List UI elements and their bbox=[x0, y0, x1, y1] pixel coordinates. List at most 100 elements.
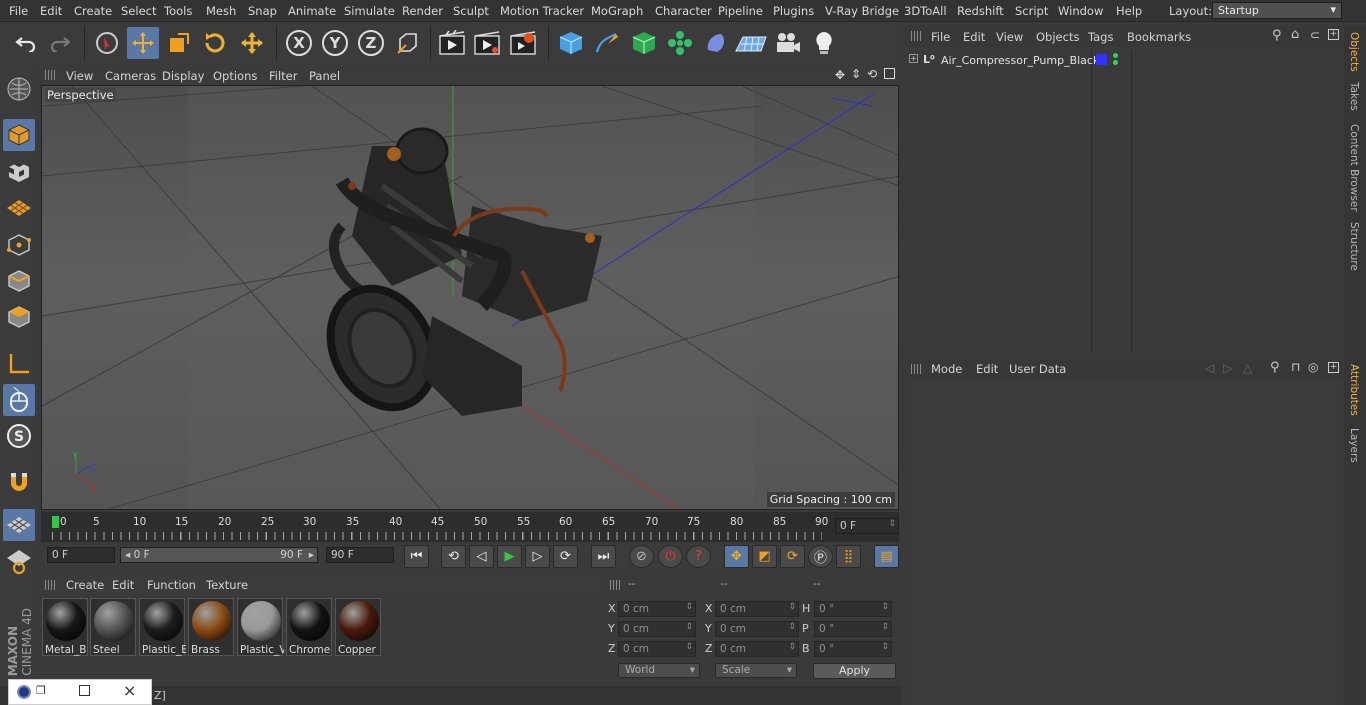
tab-attributes[interactable]: Attributes bbox=[1348, 364, 1360, 416]
material-swatch[interactable]: Metal_B bbox=[42, 598, 88, 656]
points-mode-button[interactable] bbox=[3, 229, 35, 261]
tab-layers[interactable]: Layers bbox=[1348, 428, 1360, 463]
position-x-field[interactable]: 0 cm ⇕ bbox=[618, 601, 696, 617]
cinema4d-app-icon[interactable] bbox=[17, 685, 31, 699]
restore-icon[interactable]: ❐ bbox=[36, 684, 46, 697]
material-menu-edit[interactable]: Edit bbox=[112, 578, 134, 592]
menu-edit[interactable]: Edit bbox=[40, 4, 62, 18]
menu-vray-bridge[interactable]: V-Ray Bridge bbox=[825, 4, 899, 18]
viewport-menu-filter[interactable]: Filter bbox=[269, 69, 297, 83]
pan-view-icon[interactable]: ✥ bbox=[835, 68, 845, 82]
coordinate-space-dropdown[interactable]: World ▾ bbox=[618, 663, 700, 678]
render-to-picture-viewer-button[interactable] bbox=[471, 27, 503, 59]
material-swatch[interactable]: Plastic_V bbox=[237, 598, 284, 656]
next-frame-button[interactable]: ▷ bbox=[525, 545, 550, 568]
position-y-field[interactable]: 0 cm ⇕ bbox=[618, 621, 696, 637]
render-visibility-dot[interactable] bbox=[1113, 60, 1118, 65]
tab-objects[interactable]: Objects bbox=[1348, 32, 1360, 72]
expand-icon[interactable]: + bbox=[909, 54, 918, 63]
go-to-end-button[interactable]: ⏭ bbox=[591, 545, 616, 568]
cube-object-button[interactable] bbox=[555, 27, 587, 59]
camera-button[interactable] bbox=[772, 27, 804, 59]
menu-3dtoall[interactable]: 3DToAll bbox=[904, 4, 947, 18]
render-view-button[interactable] bbox=[436, 27, 468, 59]
material-swatch[interactable]: Plastic_E bbox=[139, 598, 186, 656]
rotation-h-field[interactable]: 0 ° ⇕ bbox=[814, 601, 892, 617]
move-tool-button[interactable] bbox=[127, 27, 159, 59]
menu-help[interactable]: Help bbox=[1116, 4, 1142, 18]
key-rotation-button[interactable]: ⟳ bbox=[780, 545, 805, 568]
close-icon[interactable]: × bbox=[123, 681, 136, 700]
workplane-lock-button[interactable] bbox=[3, 509, 35, 541]
play-button[interactable]: ▶ bbox=[497, 545, 522, 568]
back-arrow-icon[interactable]: ◁ bbox=[1205, 361, 1214, 375]
keyframe-selection-button[interactable]: ? bbox=[686, 545, 711, 568]
next-key-button[interactable]: ⟳ bbox=[553, 545, 578, 568]
timeline-ruler[interactable]: 0 5 10 15 20 25 30 35 40 45 50 55 60 65 … bbox=[41, 512, 899, 542]
end-frame-field[interactable]: 90 F bbox=[326, 547, 394, 563]
object-menu-tags[interactable]: Tags bbox=[1088, 30, 1113, 44]
menu-snap[interactable]: Snap bbox=[248, 4, 277, 18]
menu-plugins[interactable]: Plugins bbox=[773, 4, 814, 18]
texture-mode-button[interactable] bbox=[3, 156, 35, 188]
apply-button[interactable]: Apply bbox=[813, 663, 896, 679]
key-position-button[interactable]: ✥ bbox=[724, 545, 749, 568]
menu-tools[interactable]: Tools bbox=[164, 4, 192, 18]
start-frame-field[interactable]: 0 F bbox=[47, 547, 115, 563]
solo-mode-button[interactable]: S bbox=[3, 420, 35, 452]
z-axis-lock-button[interactable]: Z bbox=[355, 27, 387, 59]
layer-color-swatch[interactable] bbox=[1096, 54, 1107, 65]
enable-axis-button[interactable] bbox=[3, 348, 35, 380]
render-settings-button[interactable] bbox=[507, 27, 539, 59]
object-menu-bookmarks[interactable]: Bookmarks bbox=[1127, 30, 1191, 44]
viewport-menu-options[interactable]: Options bbox=[213, 69, 257, 83]
menu-mesh[interactable]: Mesh bbox=[206, 4, 236, 18]
material-swatch[interactable]: Copper bbox=[335, 598, 381, 656]
up-arrow-icon[interactable]: △ bbox=[1243, 361, 1252, 375]
tab-structure[interactable]: Structure bbox=[1348, 222, 1360, 271]
edges-mode-button[interactable] bbox=[3, 265, 35, 297]
model-mode-button[interactable] bbox=[3, 119, 35, 151]
timeline-window-button[interactable]: ▤ bbox=[874, 545, 899, 568]
object-row[interactable]: + L⁰ Air_Compressor_Pump_Black bbox=[905, 52, 1342, 69]
previous-frame-button[interactable]: ◁ bbox=[469, 545, 494, 568]
material-menu-function[interactable]: Function bbox=[147, 578, 196, 592]
menu-create[interactable]: Create bbox=[74, 4, 112, 18]
link-icon[interactable]: ⊂ bbox=[1310, 28, 1320, 42]
pen-spline-button[interactable] bbox=[591, 27, 623, 59]
workplane-mode-button[interactable] bbox=[3, 192, 35, 224]
object-menu-objects[interactable]: Objects bbox=[1036, 30, 1079, 44]
size-z-field[interactable]: 0 cm ⇕ bbox=[715, 641, 799, 657]
x-axis-lock-button[interactable]: X bbox=[283, 27, 315, 59]
viewport-menu-panel[interactable]: Panel bbox=[309, 69, 340, 83]
perspective-viewport[interactable]: Y Z X Perspective Grid Spacing : 100 cm bbox=[41, 85, 899, 510]
material-menu-texture[interactable]: Texture bbox=[206, 578, 248, 592]
rotation-p-field[interactable]: 0 ° ⇕ bbox=[814, 621, 892, 637]
transform-tool-button[interactable] bbox=[236, 27, 268, 59]
light-button[interactable] bbox=[808, 27, 840, 59]
coordinate-system-button[interactable] bbox=[392, 27, 424, 59]
menu-pipeline[interactable]: Pipeline bbox=[718, 4, 763, 18]
object-menu-edit[interactable]: Edit bbox=[963, 30, 985, 44]
scale-tool-button[interactable] bbox=[163, 27, 195, 59]
y-axis-lock-button[interactable]: Y bbox=[319, 27, 351, 59]
menu-redshift[interactable]: Redshift bbox=[957, 4, 1004, 18]
home-icon[interactable]: ⌂ bbox=[1291, 27, 1299, 42]
polygons-mode-button[interactable] bbox=[3, 301, 35, 333]
material-menu-create[interactable]: Create bbox=[66, 578, 104, 592]
key-scale-button[interactable]: ◩ bbox=[752, 545, 777, 568]
material-swatch[interactable]: Steel bbox=[90, 598, 136, 656]
key-parameter-button[interactable]: Ⓟ bbox=[808, 545, 833, 568]
object-menu-view[interactable]: View bbox=[996, 30, 1023, 44]
snapping-button[interactable] bbox=[3, 466, 35, 498]
viewport-menu-display[interactable]: Display bbox=[162, 69, 204, 83]
playhead[interactable] bbox=[52, 516, 59, 528]
menu-animate[interactable]: Animate bbox=[288, 4, 336, 18]
tweak-mode-button[interactable] bbox=[3, 384, 35, 416]
lock-icon[interactable]: ⊓ bbox=[1291, 360, 1300, 374]
material-swatch[interactable]: Chrome bbox=[286, 598, 332, 656]
locked-workplane-button[interactable] bbox=[3, 546, 35, 578]
viewport-menu-view[interactable]: View bbox=[66, 69, 93, 83]
menu-window[interactable]: Window bbox=[1058, 4, 1103, 18]
size-x-field[interactable]: 0 cm ⇕ bbox=[715, 601, 799, 617]
